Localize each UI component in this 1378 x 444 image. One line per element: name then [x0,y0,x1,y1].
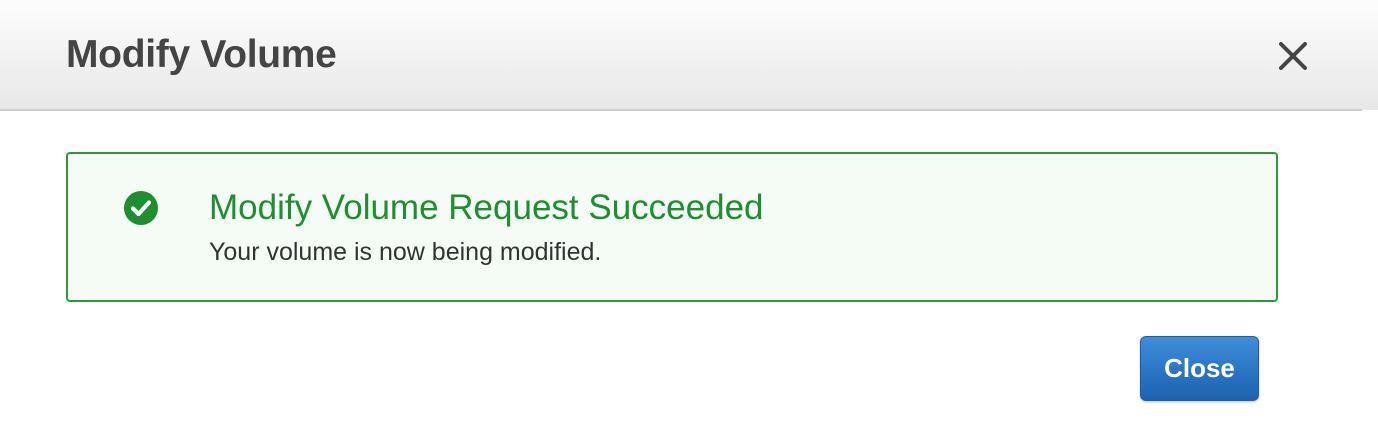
modify-volume-dialog: Modify Volume Modify Volume Request Succ… [0,0,1378,444]
check-circle-icon [124,191,158,225]
close-button[interactable]: Close [1140,336,1259,401]
alert-message: Your volume is now being modified. [209,238,602,266]
dialog-title: Modify Volume [66,33,337,76]
alert-title: Modify Volume Request Succeeded [209,188,764,227]
close-icon[interactable] [1274,37,1312,75]
success-alert: Modify Volume Request Succeeded Your vol… [66,152,1278,302]
header-divider [0,109,1362,111]
dialog-header: Modify Volume [0,0,1378,110]
